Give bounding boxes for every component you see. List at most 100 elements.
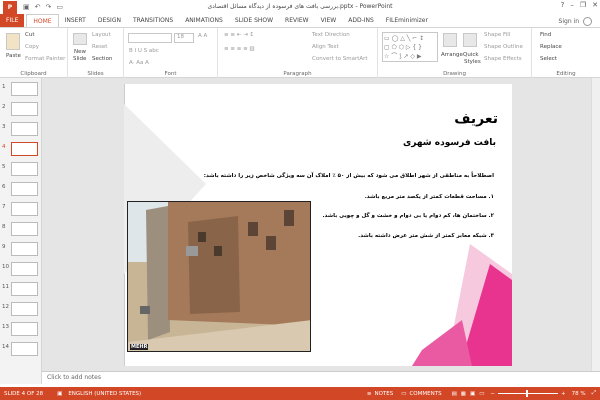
slide-thumbnail-5[interactable] [11,162,38,176]
slide-counter: SLIDE 4 OF 28 [4,390,44,397]
slide-thumbnail-3[interactable] [11,122,38,136]
quick-styles-icon[interactable] [463,33,477,47]
layout-button[interactable]: Layout [92,32,111,38]
new-slide-button[interactable]: New [74,49,86,55]
arrange-button[interactable]: Arrange [441,52,463,58]
tab-view[interactable]: VIEW [315,14,343,27]
street-photo[interactable]: MEHR [127,201,311,352]
slide-thumbnail-2[interactable] [11,102,38,116]
slide-bullet-1[interactable]: ۱. مساحت قطعات کمتر از یکصد متر مربع باش… [365,194,494,200]
new-slide-button-line2[interactable]: Slide [73,56,86,62]
notes-toggle[interactable]: NOTES [374,391,393,397]
sign-in[interactable]: Sign in [559,17,592,26]
vertical-scrollbar[interactable] [591,78,600,371]
quick-styles-button[interactable]: Quick [463,52,479,58]
shape-effects-button[interactable]: Shape Effects [484,56,522,62]
tab-fileminimizer[interactable]: FILEminimizer [380,14,434,27]
thumbnail-number: 1 [2,84,6,90]
tab-review[interactable]: REVIEW [279,14,315,27]
format-painter-button[interactable]: Format Painter [25,56,65,62]
drawing-group: ▭ ◯ △ ╲ ⌐ ↕ ▢ ⬠ ⬡ ▷ { } ☆ ⌒ ⟆ ↗ ◇ ▶ Arrang… [378,28,532,78]
align-text-button[interactable]: Align Text [312,44,339,50]
slide-thumbnail-14[interactable] [11,342,38,356]
zoom-slider[interactable] [498,390,558,397]
font-color-icons[interactable]: A· Aa A [129,60,149,66]
restore-icon[interactable]: ❐ [580,1,586,9]
thumbnail-number: 10 [2,264,9,270]
tab-slide-show[interactable]: SLIDE SHOW [229,14,279,27]
tab-home[interactable]: HOME [26,14,59,27]
notes-pane[interactable]: Click to add notes [42,371,600,384]
slide-thumbnail-10[interactable] [11,262,38,276]
tab-file[interactable]: FILE [0,14,25,27]
avatar-icon [583,17,592,26]
shape-outline-button[interactable]: Shape Outline [484,44,523,50]
arrange-icon[interactable] [443,33,457,47]
list-icons[interactable]: ≡ ≡ ⇤ ⇥ ↕ [224,32,254,38]
language-indicator[interactable]: ENGLISH (UNITED STATES) [68,391,141,397]
thumbnail-number: 4 [2,144,6,150]
shapes-gallery[interactable]: ▭ ◯ △ ╲ ⌐ ↕ ▢ ⬠ ⬡ ▷ { } ☆ ⌒ ⟆ ↗ ◇ ▶ [382,32,438,62]
tab-add-ins[interactable]: ADD-INS [342,14,380,27]
font-style-icons[interactable]: B I U S abc [129,48,159,54]
view-reading-icon[interactable]: ▣ [470,391,475,397]
slide-thumbnail-13[interactable] [11,322,38,336]
convert-smartart-button[interactable]: Convert to SmartArt [312,56,368,62]
slide-thumbnail-9[interactable] [11,242,38,256]
slide-thumbnail-7[interactable] [11,202,38,216]
slide-thumbnail-11[interactable] [11,282,38,296]
thumbnail-number: 14 [2,344,9,350]
spellcheck-icon[interactable]: ▣ [57,391,62,397]
replace-button[interactable]: Replace [540,44,562,50]
slide-bullet-2[interactable]: ۲. ساختمان ها، کم دوام یا بی دوام و خشت … [322,213,494,219]
slide-thumbnail-12[interactable] [11,302,38,316]
slide-subtitle[interactable]: بافت فرسوده شهری [403,138,496,148]
tab-design[interactable]: DESIGN [92,14,127,27]
copy-button[interactable]: Copy [25,44,39,50]
select-button[interactable]: Select [540,56,557,62]
grow-font-icon[interactable]: A A [198,33,207,39]
zoom-in-icon[interactable]: + [561,391,566,397]
font-name-box[interactable] [128,33,172,43]
slide-thumbnail-4[interactable] [11,142,38,156]
minimize-icon[interactable]: – [570,1,574,9]
tab-animations[interactable]: ANIMATIONS [179,14,229,27]
slideshow-icon[interactable]: ▭ [479,391,484,397]
notes-toggle-icon: ≡ [366,390,372,397]
slide-bullet-3[interactable]: ۳. شبکه معابر کمتر از شش متر عرض داشته ب… [358,233,494,239]
new-slide-icon[interactable] [73,33,87,45]
slide-title[interactable]: تعریف [454,111,498,127]
align-icons[interactable]: ≡ ≡ ≡ ≡ ▥ [224,46,255,52]
shape-fill-button[interactable]: Shape Fill [484,32,510,38]
help-icon[interactable]: ? [561,1,565,9]
slide-thumbnail-8[interactable] [11,222,38,236]
cut-button[interactable]: Cut [25,32,34,38]
clipboard-label: Clipboard [20,71,47,77]
view-normal-icon[interactable]: ▤ [452,391,457,397]
fit-to-window-icon[interactable]: ⤢ [592,390,596,397]
slide-thumbnail-1[interactable] [11,82,38,96]
font-size-box[interactable]: 18 [174,33,194,43]
paste-icon[interactable] [6,33,20,50]
find-button[interactable]: Find [540,32,551,38]
thumbnail-number: 5 [2,164,6,170]
thumbnail-number: 7 [2,204,6,210]
slides-group: New Slide Layout Reset Section Slides [68,28,124,78]
tab-insert[interactable]: INSERT [59,14,92,27]
comments-toggle[interactable]: COMMENTS [409,391,441,397]
text-direction-button[interactable]: Text Direction [312,32,350,38]
tab-transitions[interactable]: TRANSITIONS [127,14,179,27]
paste-button[interactable]: Paste [6,53,21,59]
view-sorter-icon[interactable]: ▦ [461,391,466,397]
slide-intro-text[interactable]: اصطلاحاً به مناطقی از شهر اطلاق می شود ک… [204,173,494,179]
section-button[interactable]: Section [92,56,112,62]
quick-styles-button-line2[interactable]: Styles [464,59,481,65]
zoom-out-icon[interactable]: − [490,391,495,397]
zoom-level[interactable]: 78 % [572,391,586,397]
zoom-slider-thumb[interactable] [526,390,528,397]
ribbon-tabs: FILE HOME INSERT DESIGN TRANSITIONS ANIM… [0,14,600,27]
reset-button[interactable]: Reset [92,44,107,50]
close-icon[interactable]: ✕ [592,1,598,9]
sign-in-label[interactable]: Sign in [559,18,579,25]
slide-thumbnail-6[interactable] [11,182,38,196]
